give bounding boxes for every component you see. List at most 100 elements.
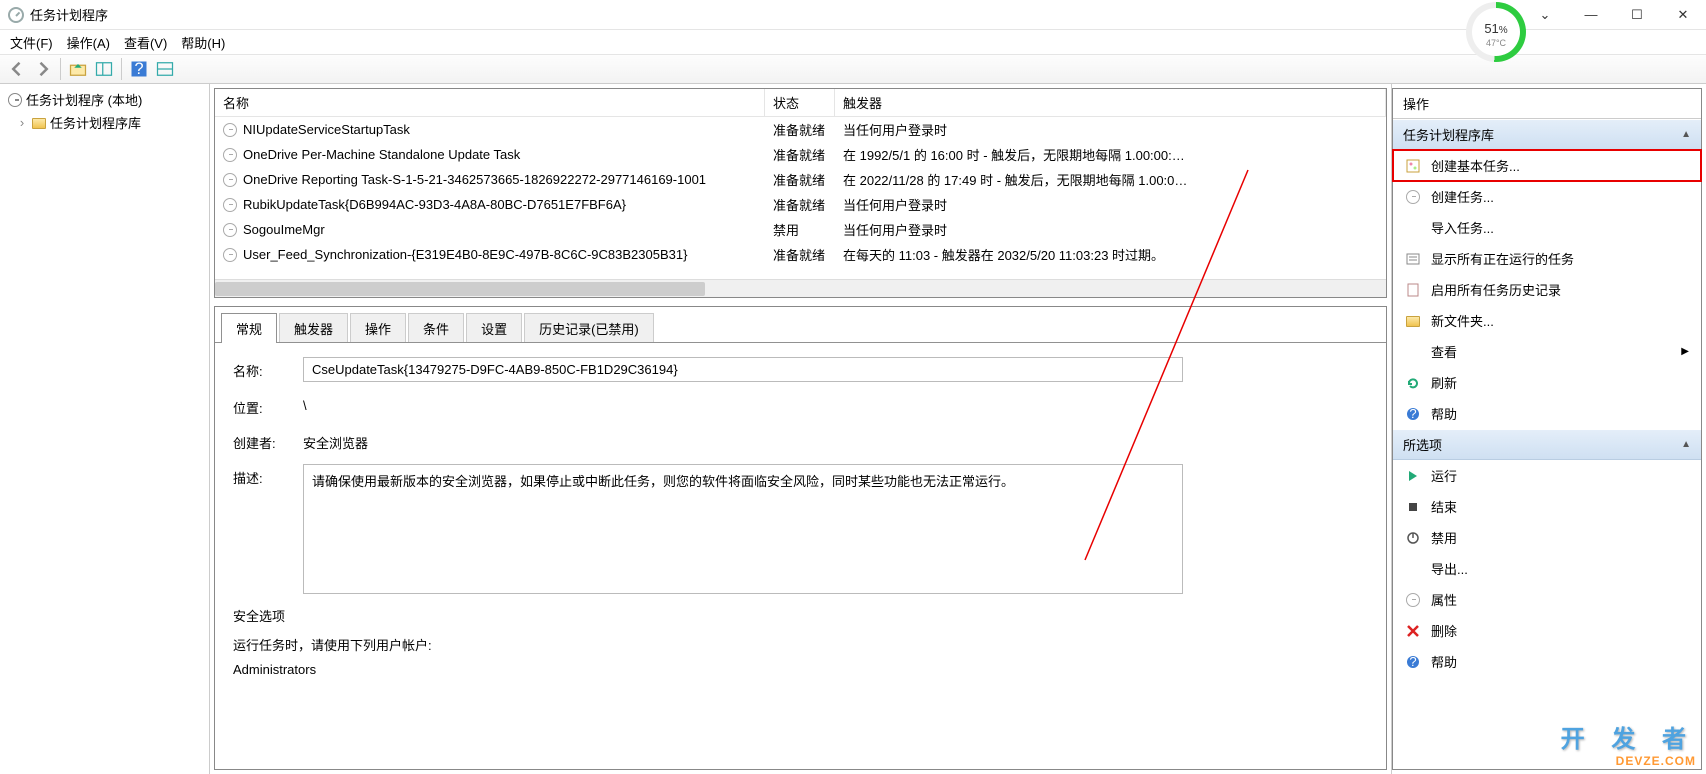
- col-status[interactable]: 状态: [765, 89, 835, 116]
- task-name: RubikUpdateTask{D6B994AC-93D3-4A8A-80BC-…: [243, 197, 626, 212]
- tab-settings[interactable]: 设置: [466, 313, 522, 343]
- tree-library[interactable]: › 任务计划程序库: [4, 111, 205, 134]
- main-area: 任务计划程序 (本地) › 任务计划程序库 名称 状态 触发器 NIUpdate…: [0, 84, 1706, 774]
- menu-view[interactable]: 查看(V): [124, 33, 167, 52]
- tree-library-label: 任务计划程序库: [50, 113, 141, 132]
- disable-icon: [1405, 530, 1421, 546]
- task-name: SogouImeMgr: [243, 222, 325, 237]
- app-clock-icon: [8, 7, 24, 23]
- tree-root-label: 任务计划程序 (本地): [26, 90, 142, 109]
- action-help[interactable]: ? 帮助: [1393, 398, 1701, 429]
- action-label: 新文件夹...: [1431, 311, 1494, 330]
- action-run[interactable]: 运行: [1393, 460, 1701, 491]
- task-trigger: 当任何用户登录时: [835, 220, 1386, 239]
- properties-icon: [1405, 592, 1421, 608]
- collapse-icon: ▲: [1681, 439, 1691, 450]
- action-create-task[interactable]: 创建任务...: [1393, 181, 1701, 212]
- action-export[interactable]: 导出...: [1393, 553, 1701, 584]
- action-label: 运行: [1431, 466, 1457, 485]
- action-disable[interactable]: 禁用: [1393, 522, 1701, 553]
- clock-icon: [223, 248, 237, 262]
- action-label: 创建基本任务...: [1431, 156, 1520, 175]
- action-label: 禁用: [1431, 528, 1457, 547]
- tab-history[interactable]: 历史记录(已禁用): [524, 313, 654, 343]
- field-creator: 安全浏览器: [303, 429, 1368, 452]
- section-selected-header[interactable]: 所选项 ▲: [1393, 429, 1701, 460]
- task-status: 准备就绪: [765, 195, 835, 214]
- horizontal-scrollbar[interactable]: [215, 279, 1386, 297]
- action-label: 帮助: [1431, 652, 1457, 671]
- perf-percent-suffix: %: [1499, 25, 1508, 36]
- tab-conditions[interactable]: 条件: [408, 313, 464, 343]
- stop-icon: [1405, 499, 1421, 515]
- action-enable-history[interactable]: 启用所有任务历史记录: [1393, 274, 1701, 305]
- task-row[interactable]: SogouImeMgr禁用当任何用户登录时: [215, 217, 1386, 242]
- close-button[interactable]: ✕: [1660, 0, 1706, 30]
- task-row[interactable]: OneDrive Per-Machine Standalone Update T…: [215, 142, 1386, 167]
- action-view[interactable]: 查看 ▶: [1393, 336, 1701, 367]
- toolbar: ?: [0, 54, 1706, 84]
- refresh-icon: [1405, 375, 1421, 391]
- actions-panel: 操作 任务计划程序库 ▲ 创建基本任务... 创建任务... 导入任务... 显…: [1392, 88, 1702, 770]
- maximize-button[interactable]: ☐: [1614, 0, 1660, 30]
- col-name[interactable]: 名称: [215, 89, 765, 116]
- action-help-2[interactable]: ? 帮助: [1393, 646, 1701, 677]
- task-details: 常规 触发器 操作 条件 设置 历史记录(已禁用) 名称: CseUpdateT…: [214, 306, 1387, 770]
- tab-content-general: 名称: CseUpdateTask{13479275-D9FC-4AB9-850…: [215, 342, 1386, 769]
- security-options-header: 安全选项: [233, 606, 1368, 625]
- action-end[interactable]: 结束: [1393, 491, 1701, 522]
- action-show-running[interactable]: 显示所有正在运行的任务: [1393, 243, 1701, 274]
- tree-root[interactable]: 任务计划程序 (本地): [4, 88, 205, 111]
- menu-bar: 文件(F) 操作(A) 查看(V) 帮助(H): [0, 30, 1706, 54]
- task-trigger: 在每天的 11:03 - 触发器在 2032/5/20 11:03:23 时过期…: [835, 245, 1386, 264]
- label-location: 位置:: [233, 394, 285, 417]
- section-library-header[interactable]: 任务计划程序库 ▲: [1393, 119, 1701, 150]
- action-label: 导出...: [1431, 559, 1468, 578]
- task-row[interactable]: NIUpdateServiceStartupTask准备就绪当任何用户登录时: [215, 117, 1386, 142]
- task-row[interactable]: OneDrive Reporting Task-S-1-5-21-3462573…: [215, 167, 1386, 192]
- history-icon: [1405, 282, 1421, 298]
- watermark-line2: DEVZE.COM: [1561, 754, 1696, 768]
- back-button[interactable]: [6, 58, 28, 80]
- clock-icon: [223, 148, 237, 162]
- field-name[interactable]: CseUpdateTask{13479275-D9FC-4AB9-850C-FB…: [303, 357, 1183, 382]
- action-import-task[interactable]: 导入任务...: [1393, 212, 1701, 243]
- task-status: 准备就绪: [765, 170, 835, 189]
- detail-panel-button[interactable]: [154, 58, 176, 80]
- tab-general[interactable]: 常规: [221, 313, 277, 343]
- action-properties[interactable]: 属性: [1393, 584, 1701, 615]
- svg-text:?: ?: [1409, 406, 1416, 421]
- field-description[interactable]: 请确保使用最新版本的安全浏览器，如果停止或中断此任务，则您的软件将面临安全风险，…: [303, 464, 1183, 594]
- action-label: 刷新: [1431, 373, 1457, 392]
- action-label: 结束: [1431, 497, 1457, 516]
- scrollbar-thumb[interactable]: [215, 282, 705, 296]
- task-name: OneDrive Reporting Task-S-1-5-21-3462573…: [243, 172, 706, 187]
- menu-action[interactable]: 操作(A): [67, 33, 110, 52]
- clock-icon: [223, 173, 237, 187]
- panel-view-button[interactable]: [93, 58, 115, 80]
- action-delete[interactable]: 删除: [1393, 615, 1701, 646]
- task-row[interactable]: RubikUpdateTask{D6B994AC-93D3-4A8A-80BC-…: [215, 192, 1386, 217]
- action-refresh[interactable]: 刷新: [1393, 367, 1701, 398]
- help-button[interactable]: ?: [128, 58, 150, 80]
- wizard-icon: [1405, 158, 1421, 174]
- task-row[interactable]: User_Feed_Synchronization-{E319E4B0-8E9C…: [215, 242, 1386, 267]
- folder-up-button[interactable]: [67, 58, 89, 80]
- menu-help[interactable]: 帮助(H): [181, 33, 225, 52]
- minimize-button[interactable]: —: [1568, 0, 1614, 30]
- forward-button[interactable]: [32, 58, 54, 80]
- performance-widget[interactable]: 51% 47°C: [1466, 2, 1536, 72]
- tab-actions[interactable]: 操作: [350, 313, 406, 343]
- action-label: 属性: [1431, 590, 1457, 609]
- perf-percent: 51: [1484, 21, 1498, 36]
- field-location: \: [303, 394, 1368, 413]
- col-trigger[interactable]: 触发器: [835, 89, 1386, 116]
- task-trigger: 在 1992/5/1 的 16:00 时 - 触发后，无限期地每隔 1.00:0…: [835, 145, 1386, 164]
- action-label: 帮助: [1431, 404, 1457, 423]
- action-new-folder[interactable]: 新文件夹...: [1393, 305, 1701, 336]
- expand-icon[interactable]: ›: [16, 115, 28, 130]
- tab-triggers[interactable]: 触发器: [279, 313, 348, 343]
- menu-file[interactable]: 文件(F): [10, 33, 53, 52]
- action-create-basic-task[interactable]: 创建基本任务...: [1393, 150, 1701, 181]
- svg-text:?: ?: [1409, 654, 1416, 669]
